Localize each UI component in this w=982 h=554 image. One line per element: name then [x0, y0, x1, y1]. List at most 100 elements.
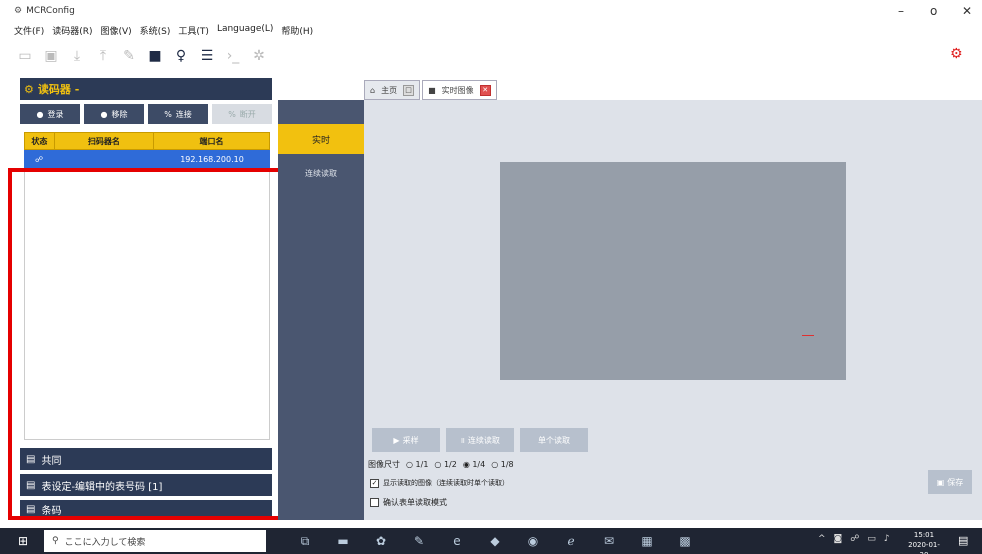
- notification-icon[interactable]: ▤: [958, 534, 968, 547]
- sample-button[interactable]: ▶ 采样: [372, 428, 440, 452]
- mcrconfig-task-icon[interactable]: ▩: [676, 532, 694, 550]
- remove-button-label: 移除: [111, 109, 128, 119]
- camera-icon[interactable]: ■: [146, 47, 164, 65]
- terminal-icon[interactable]: ›_: [224, 47, 242, 65]
- checkbox-unchecked-icon: [370, 498, 379, 507]
- save-icon[interactable]: ▣: [42, 47, 60, 65]
- folder-open-icon[interactable]: ▭: [16, 47, 34, 65]
- toolbar: ▭ ▣ ⤓ ⤒ ✎ ■ ♀ ☰ ›_ ✲: [16, 44, 268, 68]
- system-tray: ^ ◙ ☍ ▭ ♪: [818, 534, 890, 544]
- brand-logo-icon: ⚙: [950, 46, 963, 62]
- camera-image[interactable]: [500, 162, 846, 380]
- minus-circle-icon: ●: [100, 109, 108, 119]
- column-port[interactable]: 端口名: [154, 133, 269, 149]
- bulb-icon[interactable]: ♀: [172, 47, 190, 65]
- download-icon[interactable]: ⤓: [68, 47, 86, 65]
- edge-icon[interactable]: e: [448, 532, 466, 550]
- tab-live-image[interactable]: ■ 实时图像 ✕: [422, 80, 497, 100]
- volume-icon[interactable]: ♪: [884, 534, 890, 544]
- clock[interactable]: 15:01 2020-01-20: [904, 530, 944, 554]
- gear-icon[interactable]: ✲: [250, 47, 268, 65]
- start-button[interactable]: ⊞: [18, 534, 28, 548]
- search-placeholder: ここに入力して検索: [64, 537, 146, 548]
- file-explorer-icon[interactable]: ▬: [334, 532, 352, 550]
- size-option-label: 1/1: [415, 460, 429, 469]
- image-size-options: 图像尺寸 ○ 1/1 ○ 1/2 ◉ 1/4 ○ 1/8: [368, 459, 514, 470]
- taskbar-apps: ⧉ ▬ ✿ ✎ e ◆ ◉ ℯ ✉ ▦ ▩: [296, 532, 694, 550]
- continuous-read-button-label: 连续读取: [467, 435, 500, 445]
- mode-continuous-button[interactable]: 连续读取: [278, 160, 364, 186]
- clock-time: 15:01: [913, 531, 935, 539]
- close-button[interactable]: ✕: [962, 4, 972, 18]
- link-icon: %: [164, 109, 172, 119]
- reader-panel-header[interactable]: ⚙ 读码器 -: [20, 78, 272, 100]
- column-name[interactable]: 扫码器名: [55, 133, 154, 149]
- plus-circle-icon: ●: [36, 109, 44, 119]
- save-button[interactable]: ▣ 保存: [928, 470, 972, 494]
- menu-system[interactable]: 系统(S): [140, 24, 171, 38]
- size-option-1-1[interactable]: ○ 1/1: [406, 460, 428, 469]
- menu-file[interactable]: 文件(F): [14, 24, 44, 38]
- login-button[interactable]: ● 登录: [20, 104, 80, 124]
- size-option-label: 1/4: [472, 460, 486, 469]
- size-option-1-2[interactable]: ○ 1/2: [434, 460, 456, 469]
- play-icon: ▶: [393, 435, 400, 445]
- ie-icon[interactable]: ℯ: [562, 532, 580, 550]
- app-icon[interactable]: ◆: [486, 532, 504, 550]
- sample-button-label: 采样: [402, 435, 419, 445]
- continuous-read-button[interactable]: ॥ 连续读取: [446, 428, 514, 452]
- red-highlight-box: [8, 168, 284, 520]
- tab-bar: ⌂ 主页 □ ■ 实时图像 ✕: [364, 80, 564, 100]
- edit-icon[interactable]: ✎: [120, 47, 138, 65]
- keyboard-icon[interactable]: ▭: [867, 534, 876, 544]
- pause-icon: ॥: [460, 435, 465, 445]
- minimize-button[interactable]: –: [898, 4, 904, 18]
- single-read-button[interactable]: 单个读取: [520, 428, 588, 452]
- taskbar-search[interactable]: ⚲ ここに入力して検索: [44, 530, 266, 552]
- photos-icon[interactable]: ▦: [638, 532, 656, 550]
- menu-tools[interactable]: 工具(T): [178, 24, 209, 38]
- tab-live-image-label: 实时图像: [441, 85, 474, 95]
- connect-button-label: 连接: [175, 109, 192, 119]
- upload-icon[interactable]: ⤒: [94, 47, 112, 65]
- menu-reader[interactable]: 读码器(R): [52, 24, 92, 38]
- chevron-up-icon[interactable]: ^: [818, 534, 826, 544]
- list-icon[interactable]: ☰: [198, 47, 216, 65]
- close-icon[interactable]: ✕: [479, 84, 491, 96]
- chrome-icon[interactable]: ◉: [524, 532, 542, 550]
- notepad-icon[interactable]: ✎: [410, 532, 428, 550]
- image-size-label: 图像尺寸: [368, 460, 400, 469]
- tray-app-icon[interactable]: ◙: [834, 534, 843, 544]
- reader-button-row: ● 登录 ● 移除 % 连接 % 断开: [20, 104, 272, 126]
- reader-icon: ⚙: [24, 82, 34, 96]
- menu-help[interactable]: 帮助(H): [281, 24, 313, 38]
- confirm-mode-checkbox[interactable]: 确认表单读取模式: [370, 497, 447, 508]
- menu-language[interactable]: Language(L): [217, 24, 273, 38]
- reader-panel-title: 读码器 -: [37, 83, 80, 96]
- image-viewer: [364, 100, 982, 520]
- column-status[interactable]: 状态: [25, 133, 55, 149]
- maximize-button[interactable]: ο: [930, 4, 937, 18]
- network-icon[interactable]: ☍: [850, 534, 859, 544]
- size-option-1-8[interactable]: ○ 1/8: [491, 460, 513, 469]
- paint-icon[interactable]: ✿: [372, 532, 390, 550]
- table-row[interactable]: ☍ 192.168.200.10: [24, 150, 270, 168]
- clock-date: 2020-01-20: [908, 541, 940, 554]
- tab-home[interactable]: ⌂ 主页 □: [364, 80, 421, 100]
- remove-button[interactable]: ● 移除: [84, 104, 144, 124]
- title-bar: ⚙ MCRConfig – ο ✕: [0, 0, 982, 22]
- mode-live-button[interactable]: 实时: [278, 124, 364, 154]
- save-button-label: 保存: [947, 477, 964, 487]
- disconnect-button[interactable]: % 断开: [212, 104, 272, 124]
- home-icon: ⌂: [370, 85, 376, 95]
- show-image-checkbox-label: 显示读取的图像（连续读取时单个读取）: [383, 479, 509, 487]
- show-image-checkbox[interactable]: ✓ 显示读取的图像（连续读取时单个读取）: [370, 478, 509, 488]
- task-view-icon[interactable]: ⧉: [296, 532, 314, 550]
- size-option-1-4[interactable]: ◉ 1/4: [463, 460, 485, 469]
- size-option-label: 1/8: [500, 460, 514, 469]
- close-icon[interactable]: □: [403, 84, 415, 96]
- connect-button[interactable]: % 连接: [148, 104, 208, 124]
- mail-icon[interactable]: ✉: [600, 532, 618, 550]
- menu-image[interactable]: 图像(V): [100, 24, 131, 38]
- size-option-label: 1/2: [443, 460, 457, 469]
